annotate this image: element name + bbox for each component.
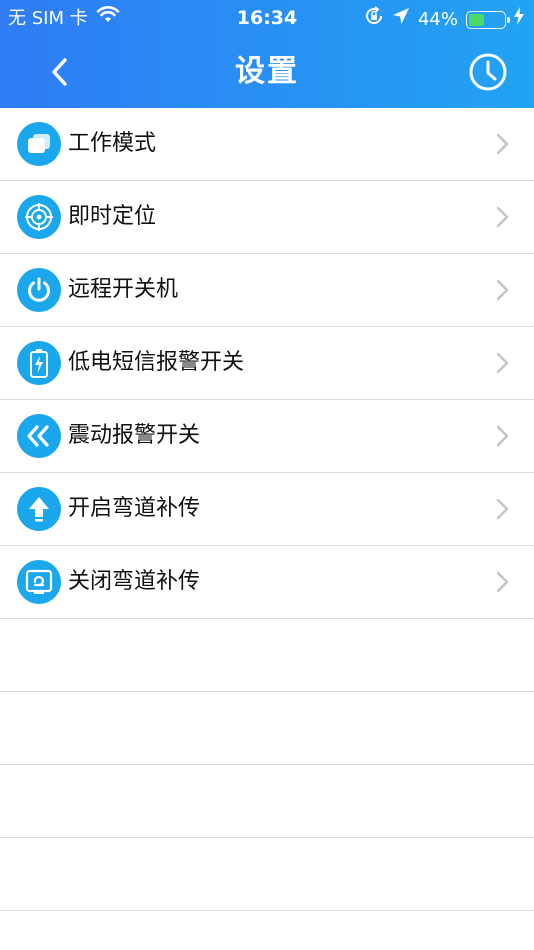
- navigation-bar: 设置: [0, 36, 534, 108]
- chevron-right-icon: [496, 571, 509, 593]
- settings-item-work-mode[interactable]: 工作模式: [0, 108, 534, 181]
- settings-item-label: 开启弯道补传: [68, 496, 201, 521]
- work-mode-icon: [17, 122, 61, 166]
- settings-item-label: 工作模式: [68, 131, 157, 156]
- settings-item-disable-curve-upload[interactable]: 关闭弯道补传: [0, 546, 534, 619]
- settings-item-enable-curve-upload[interactable]: 开启弯道补传: [0, 473, 534, 546]
- empty-row: [0, 692, 534, 765]
- settings-item-instant-locate[interactable]: 即时定位: [0, 181, 534, 254]
- charging-bolt-icon: [514, 7, 524, 32]
- battery-icon: [17, 341, 61, 385]
- status-bar: 无 SIM 卡 16:34 44%: [0, 0, 534, 36]
- chevron-right-icon: [496, 133, 509, 155]
- empty-row: [0, 619, 534, 692]
- empty-row: [0, 765, 534, 838]
- history-button[interactable]: [466, 50, 510, 94]
- chevron-right-icon: [496, 279, 509, 301]
- vibration-icon: [17, 414, 61, 458]
- screen-icon: [17, 560, 61, 604]
- empty-row: [0, 838, 534, 911]
- settings-item-label: 远程开关机: [68, 277, 179, 302]
- battery-level: [469, 13, 484, 26]
- chevron-right-icon: [496, 352, 509, 374]
- locate-icon: [17, 195, 61, 239]
- app-header: 无 SIM 卡 16:34 44% 设置: [0, 0, 534, 108]
- settings-item-label: 震动报警开关: [68, 423, 201, 448]
- settings-item-label: 低电短信报警开关: [68, 350, 245, 375]
- settings-list: 工作模式 即时定位 远程开关机 低电短信报警开关 震动报警开关 开启弯道补传 关…: [0, 108, 534, 911]
- battery-icon: [466, 10, 510, 29]
- settings-item-label: 即时定位: [68, 204, 157, 229]
- battery-percent: 44%: [417, 8, 458, 30]
- settings-item-low-battery-sms[interactable]: 低电短信报警开关: [0, 327, 534, 400]
- upload-icon: [17, 487, 61, 531]
- page-title: 设置: [235, 54, 299, 89]
- settings-item-vibration-alarm[interactable]: 震动报警开关: [0, 400, 534, 473]
- clock-icon: [469, 53, 507, 91]
- rotation-lock-icon: [364, 6, 384, 33]
- settings-item-remote-power[interactable]: 远程开关机: [0, 254, 534, 327]
- settings-item-label: 关闭弯道补传: [68, 569, 201, 594]
- chevron-right-icon: [496, 425, 509, 447]
- chevron-right-icon: [496, 206, 509, 228]
- chevron-right-icon: [496, 498, 509, 520]
- location-arrow-icon: [392, 7, 410, 32]
- status-right: 44%: [364, 6, 524, 33]
- power-icon: [17, 268, 61, 312]
